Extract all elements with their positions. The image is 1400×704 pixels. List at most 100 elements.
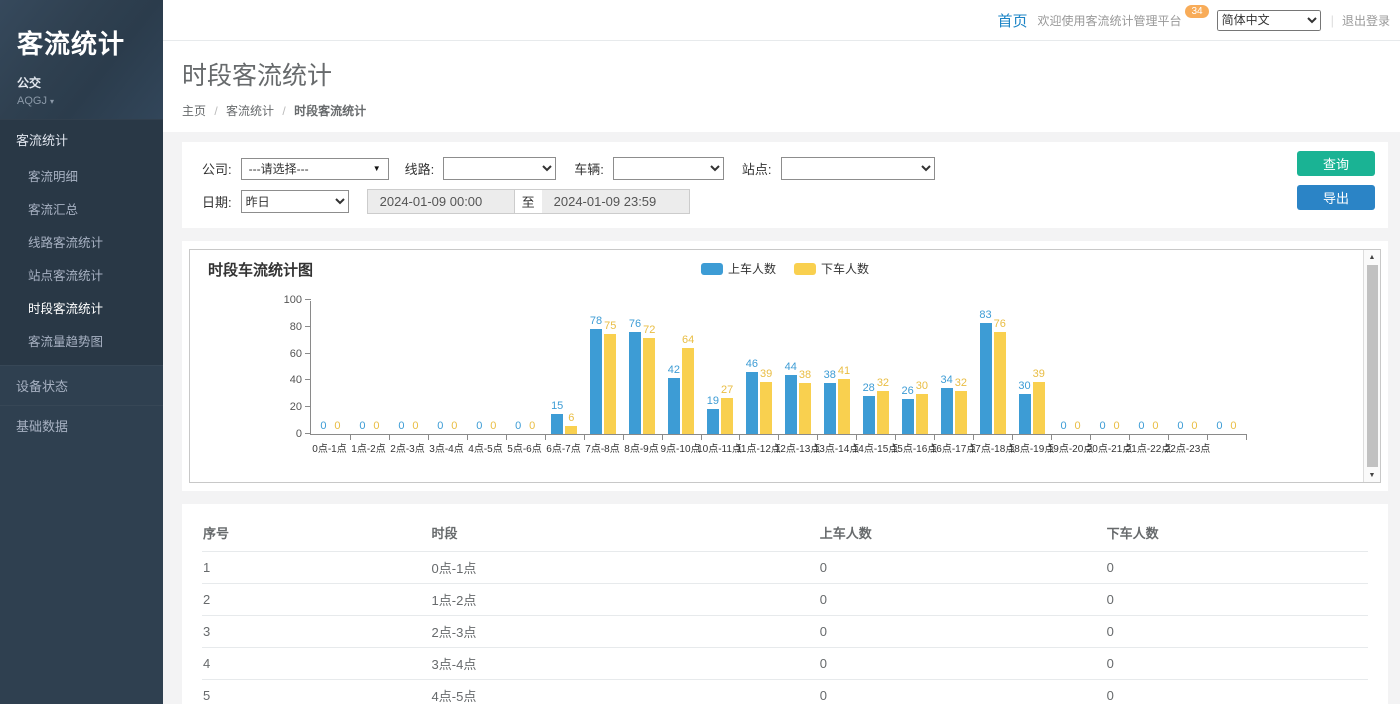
bar-value-label: 0 (1113, 420, 1119, 433)
bar-上车人数 (590, 329, 602, 434)
breadcrumb-home[interactable]: 主页 (182, 104, 206, 118)
scrollbar-thumb[interactable] (1367, 265, 1378, 467)
export-button[interactable]: 导出 (1297, 185, 1375, 210)
sidebar-section-设备状态[interactable]: 设备状态 (0, 365, 163, 405)
x-axis-label: 2点-3点 (388, 440, 427, 455)
x-axis-label: 0点-1点 (310, 440, 349, 455)
bar-上车人数 (902, 399, 914, 434)
bar-value-label: 30 (1018, 380, 1030, 393)
table-cell: 0 (1106, 584, 1368, 616)
bar-column: 0 (370, 420, 382, 434)
x-axis-label: 7点-8点 (583, 440, 622, 455)
x-axis-label-text: 0点-1点 (312, 440, 346, 455)
sidebar-item-客流量趋势图[interactable]: 客流量趋势图 (0, 324, 163, 357)
bar-column: 30 (1018, 380, 1030, 434)
date-to-input[interactable]: 2024-01-09 23:59 (542, 189, 690, 214)
table-header-下车人数: 下车人数 (1106, 513, 1368, 552)
bar-column: 0 (1111, 420, 1123, 434)
bar-column: 42 (668, 364, 680, 434)
welcome-text: 欢迎使用客流统计管理平台 (1037, 12, 1181, 29)
x-axis-label: 21点-22点 (1129, 440, 1168, 455)
sidebar: 客流统计 公交 AQGJ▾ 客流统计客流明细客流汇总线路客流统计站点客流统计时段… (0, 0, 163, 704)
sidebar-submenu: 客流明细客流汇总线路客流统计站点客流统计时段客流统计客流量趋势图 (0, 159, 163, 365)
bar-value-label: 32 (877, 377, 889, 390)
legend-item-下车人数[interactable]: 下车人数 (794, 260, 869, 277)
bar-value-label: 41 (838, 365, 850, 378)
bar-group-1点-2点: 00 (350, 301, 389, 434)
bar-column: 0 (1072, 420, 1084, 434)
bar-value-label: 0 (1061, 420, 1067, 433)
sidebar-section-客流统计[interactable]: 客流统计 (0, 119, 163, 159)
table-row: 32点-3点00 (202, 616, 1368, 648)
sidebar-item-客流明细[interactable]: 客流明细 (0, 159, 163, 192)
y-axis-tick (305, 326, 311, 327)
y-axis-label: 60 (290, 348, 302, 360)
date-preset-select[interactable]: 昨日 (241, 190, 349, 213)
bar-column: 0 (409, 420, 421, 434)
table-row: 43点-4点00 (202, 648, 1368, 680)
bar-column: 76 (629, 318, 641, 434)
x-axis-label: 1点-2点 (349, 440, 388, 455)
sidebar-item-站点客流统计[interactable]: 站点客流统计 (0, 258, 163, 291)
sidebar-section-基础数据[interactable]: 基础数据 (0, 405, 163, 445)
user-name: AQGJ (17, 95, 47, 107)
bar-value-label: 34 (940, 374, 952, 387)
bar-value-label: 64 (682, 334, 694, 347)
bar-column: 0 (473, 420, 485, 434)
legend-label: 上车人数 (728, 260, 776, 277)
x-axis-label-text: 5点-6点 (507, 440, 541, 455)
legend-item-上车人数[interactable]: 上车人数 (701, 260, 776, 277)
bar-group-21点-22点: 00 (1129, 301, 1168, 434)
table-cell: 4 (202, 648, 431, 680)
bar-column: 32 (955, 377, 967, 434)
x-axis-label: 17点-18点 (973, 440, 1012, 455)
breadcrumb-passenger-stats[interactable]: 客流统计 (226, 104, 274, 118)
date-from-input[interactable]: 2024-01-09 00:00 (367, 189, 515, 214)
bar-group-20点-21点: 00 (1090, 301, 1129, 434)
app-logo: 客流统计 (17, 24, 163, 61)
bar-column: 76 (994, 318, 1006, 434)
y-axis-tick (305, 379, 311, 380)
vehicle-select[interactable] (613, 157, 724, 180)
x-axis-label: 19点-20点 (1051, 440, 1090, 455)
table-cell: 0 (1106, 648, 1368, 680)
bar-下车人数 (682, 348, 694, 434)
station-select[interactable] (781, 157, 935, 180)
user-menu[interactable]: AQGJ▾ (17, 95, 163, 107)
legend-label: 下车人数 (821, 260, 869, 277)
bar-column: 0 (331, 420, 343, 434)
query-button[interactable]: 查询 (1297, 151, 1375, 176)
bar-上车人数 (551, 414, 563, 434)
chart-panel: 时段车流统计图 上车人数下车人数 00000000000015678757672… (182, 241, 1388, 491)
x-axis-label-text: 6点-7点 (546, 440, 580, 455)
company-select[interactable]: ---请选择--- ▼ (241, 158, 389, 180)
y-axis-label: 80 (290, 321, 302, 333)
bar-group-9点-10点: 42 64 (662, 301, 701, 434)
legend-chip-icon (794, 263, 816, 275)
company-label: 公司: (202, 159, 232, 178)
bar-value-label: 0 (490, 420, 496, 433)
scroll-up-icon[interactable]: ▲ (1364, 250, 1380, 264)
bar-column: 39 (1033, 368, 1045, 434)
x-axis-label: 9点-10点 (661, 440, 700, 455)
x-axis-label-text: 1点-2点 (351, 440, 385, 455)
bar-column: 15 (551, 400, 563, 434)
date-label: 日期: (202, 192, 232, 211)
chart-scrollbar[interactable]: ▲ ▼ (1363, 250, 1380, 482)
bar-下车人数 (760, 382, 772, 434)
bar-value-label: 0 (437, 420, 443, 433)
bar-column: 38 (824, 369, 836, 434)
bar-column: 44 (785, 361, 797, 434)
line-select[interactable] (443, 157, 556, 180)
table-cell: 2 (202, 584, 431, 616)
sidebar-item-线路客流统计[interactable]: 线路客流统计 (0, 225, 163, 258)
sidebar-item-客流汇总[interactable]: 客流汇总 (0, 192, 163, 225)
logout-link[interactable]: 退出登录 (1342, 12, 1390, 29)
page-body: 公司: ---请选择--- ▼ 线路: 车辆: 站点: 日期: 昨日 (163, 132, 1400, 704)
home-link[interactable]: 首页 (997, 10, 1027, 31)
sidebar-item-时段客流统计[interactable]: 时段客流统计 (0, 291, 163, 324)
x-axis-label: 5点-6点 (505, 440, 544, 455)
language-select[interactable]: 简体中文 (1217, 10, 1321, 31)
bar-上车人数 (629, 332, 641, 434)
scroll-down-icon[interactable]: ▼ (1364, 468, 1380, 482)
